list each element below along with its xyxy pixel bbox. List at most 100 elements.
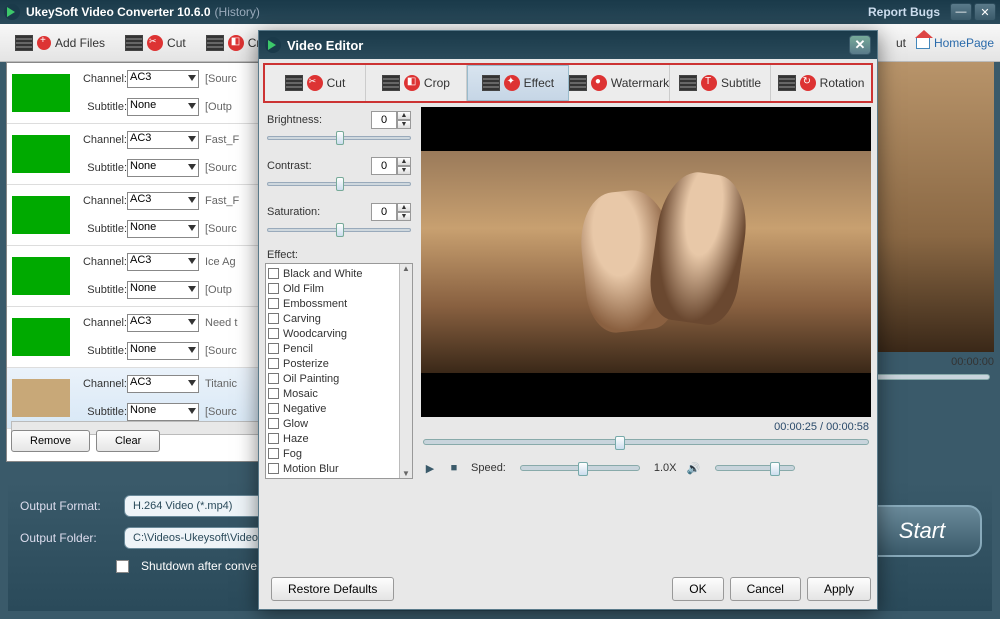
brightness-spinner[interactable]: ▲▼ xyxy=(371,111,411,129)
contrast-spinner[interactable]: ▲▼ xyxy=(371,157,411,175)
report-bugs-link[interactable]: Report Bugs xyxy=(868,5,940,19)
effect-checkbox[interactable] xyxy=(268,388,279,399)
brightness-slider[interactable] xyxy=(267,131,411,145)
effect-checkbox[interactable] xyxy=(268,313,279,324)
effect-item[interactable]: Black and White xyxy=(268,266,398,281)
spin-up-icon[interactable]: ▲ xyxy=(397,157,411,166)
saturation-spinner[interactable]: ▲▼ xyxy=(371,203,411,221)
effect-name: Carving xyxy=(283,313,321,325)
subtitle-select[interactable]: None xyxy=(127,159,199,177)
apply-button[interactable]: Apply xyxy=(807,577,871,601)
start-button[interactable]: Start xyxy=(862,505,982,557)
tab-rotation[interactable]: Rotation xyxy=(771,65,871,101)
effect-item[interactable]: Carving xyxy=(268,311,398,326)
effect-item[interactable]: Oil Painting xyxy=(268,371,398,386)
subtitle-select[interactable]: None xyxy=(127,220,199,238)
editor-close-button[interactable]: ✕ xyxy=(849,35,871,55)
tab-watermark[interactable]: Watermark xyxy=(569,65,670,101)
effect-checkbox[interactable] xyxy=(268,463,279,474)
effect-list-scrollbar[interactable] xyxy=(399,264,412,478)
restore-defaults-button[interactable]: Restore Defaults xyxy=(271,577,394,601)
clear-button[interactable]: Clear xyxy=(96,430,160,452)
channel-select[interactable]: AC3 xyxy=(127,131,199,149)
cut-label: Cut xyxy=(167,36,186,50)
effect-item[interactable]: Posterize xyxy=(268,356,398,371)
channel-label: Channel: xyxy=(75,134,127,146)
remove-button[interactable]: Remove xyxy=(11,430,90,452)
spin-up-icon[interactable]: ▲ xyxy=(397,203,411,212)
partial-tab-label[interactable]: ut xyxy=(896,36,906,50)
effect-checkbox[interactable] xyxy=(268,433,279,444)
shutdown-label: Shutdown after conversi xyxy=(141,559,270,573)
watermark-icon xyxy=(591,75,607,91)
film-icon xyxy=(382,75,400,91)
effect-list: Black and WhiteOld Film Embossment Carving… xyxy=(265,263,413,479)
channel-select[interactable]: AC3 xyxy=(127,314,199,332)
effect-checkbox[interactable] xyxy=(268,448,279,459)
film-icon xyxy=(482,75,500,91)
subtitle-select[interactable]: None xyxy=(127,281,199,299)
saturation-slider[interactable] xyxy=(267,223,411,237)
channel-select[interactable]: AC3 xyxy=(127,192,199,210)
add-files-button[interactable]: Add Files xyxy=(6,28,114,58)
editor-titlebar: Video Editor ✕ xyxy=(259,31,877,59)
film-icon xyxy=(15,35,33,51)
effect-checkbox[interactable] xyxy=(268,298,279,309)
effect-name: Haze xyxy=(283,433,309,445)
shutdown-checkbox[interactable] xyxy=(116,560,129,573)
effect-item[interactable]: Fog xyxy=(268,446,398,461)
effect-item[interactable]: Woodcarving xyxy=(268,326,398,341)
effect-checkbox[interactable] xyxy=(268,268,279,279)
app-title-history: (History) xyxy=(215,5,260,19)
effect-checkbox[interactable] xyxy=(268,328,279,339)
homepage-link[interactable]: HomePage xyxy=(916,36,994,50)
subtitle-select[interactable]: None xyxy=(127,98,199,116)
ok-button[interactable]: OK xyxy=(672,577,723,601)
contrast-slider[interactable] xyxy=(267,177,411,191)
effect-name: Embossment xyxy=(283,298,347,310)
channel-select[interactable]: AC3 xyxy=(127,70,199,88)
spin-down-icon[interactable]: ▼ xyxy=(397,120,411,129)
effect-checkbox[interactable] xyxy=(268,418,279,429)
effect-item[interactable]: Haze xyxy=(268,431,398,446)
effect-item[interactable]: Motion Blur xyxy=(268,461,398,476)
effect-item[interactable]: Old Film xyxy=(268,281,398,296)
thumbnail xyxy=(12,318,70,356)
spin-up-icon[interactable]: ▲ xyxy=(397,111,411,120)
channel-select[interactable]: AC3 xyxy=(127,375,199,393)
stop-button[interactable]: ■ xyxy=(447,461,461,475)
speed-slider[interactable] xyxy=(520,465,640,471)
tab-crop[interactable]: Crop xyxy=(366,65,467,101)
volume-slider[interactable] xyxy=(715,465,795,471)
volume-icon[interactable]: 🔊 xyxy=(687,461,701,475)
tab-effect[interactable]: Effect xyxy=(467,65,569,101)
thumbnail xyxy=(12,257,70,295)
effect-checkbox[interactable] xyxy=(268,343,279,354)
tab-subtitle[interactable]: Subtitle xyxy=(670,65,771,101)
subtitle-select[interactable]: None xyxy=(127,403,199,421)
effect-checkbox[interactable] xyxy=(268,373,279,384)
close-button[interactable]: ✕ xyxy=(974,3,996,21)
film-icon xyxy=(125,35,143,51)
cancel-button[interactable]: Cancel xyxy=(730,577,801,601)
effect-checkbox[interactable] xyxy=(268,358,279,369)
effect-name: Mosaic xyxy=(283,388,318,400)
effect-item[interactable]: Negative xyxy=(268,401,398,416)
channel-select[interactable]: AC3 xyxy=(127,253,199,271)
time-display: 00:00:25 / 00:00:58 xyxy=(423,421,869,433)
effect-item[interactable]: Embossment xyxy=(268,296,398,311)
effect-item[interactable]: Pencil xyxy=(268,341,398,356)
spin-down-icon[interactable]: ▼ xyxy=(397,212,411,221)
effect-checkbox[interactable] xyxy=(268,403,279,414)
speed-value: 1.0X xyxy=(654,462,677,474)
seek-slider[interactable] xyxy=(423,439,869,445)
subtitle-select[interactable]: None xyxy=(127,342,199,360)
spin-down-icon[interactable]: ▼ xyxy=(397,166,411,175)
cut-button-main[interactable]: Cut xyxy=(116,28,195,58)
effect-item[interactable]: Mosaic xyxy=(268,386,398,401)
tab-cut[interactable]: Cut xyxy=(265,65,366,101)
minimize-button[interactable]: — xyxy=(950,3,972,21)
play-button[interactable]: ▶ xyxy=(423,461,437,475)
effect-item[interactable]: Glow xyxy=(268,416,398,431)
effect-checkbox[interactable] xyxy=(268,283,279,294)
